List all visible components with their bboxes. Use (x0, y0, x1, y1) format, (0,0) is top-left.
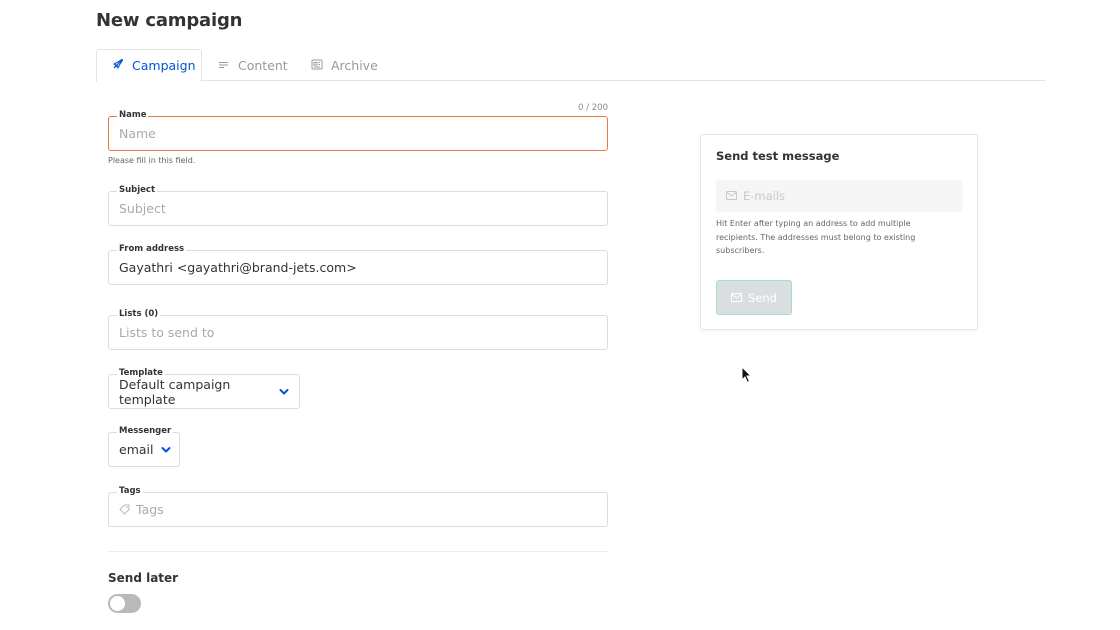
send-later-label: Send later (108, 571, 179, 585)
from-address-input[interactable]: From address Gayathri <gayathri@brand-je… (108, 243, 608, 285)
name-field: 0 / 200 Name Name Please fill in this fi… (108, 103, 608, 165)
envelope-icon (726, 189, 743, 203)
name-char-counter: 0 / 200 (578, 103, 608, 113)
messenger-selected-value: email (119, 442, 154, 457)
send-test-title: Send test message (716, 149, 840, 163)
send-test-button[interactable]: Send (716, 280, 792, 315)
chevron-down-icon (161, 446, 171, 454)
envelope-icon (731, 291, 748, 305)
from-address-label: From address (117, 243, 187, 255)
page-title: New campaign (96, 10, 243, 31)
mouse-cursor-icon (741, 365, 753, 388)
tags-field: Tags Tags (108, 485, 608, 527)
subject-input[interactable]: Subject Subject (108, 184, 608, 226)
tag-icon (119, 504, 130, 515)
subject-field: Subject Subject (108, 184, 608, 226)
lists-label: Lists (0) (117, 308, 161, 320)
tab-bar: Campaign Content Archive (96, 49, 1045, 82)
template-select[interactable]: Template Default campaign template (108, 367, 300, 409)
template-label: Template (117, 367, 165, 379)
test-emails-help: Hit Enter after typing an address to add… (716, 219, 916, 255)
messenger-select[interactable]: Messenger email (108, 425, 180, 467)
name-input[interactable]: Name Name (108, 109, 608, 151)
template-selected-value: Default campaign template (119, 376, 231, 407)
name-error-message: Please fill in this field. (108, 156, 196, 165)
messenger-label: Messenger (117, 425, 174, 437)
test-emails-placeholder: E-mails (743, 189, 786, 203)
send-test-panel: Send test message E-mails Hit Enter afte… (700, 134, 978, 330)
toggle-knob (110, 596, 125, 611)
newspaper-icon (311, 58, 331, 73)
subject-label: Subject (117, 184, 158, 196)
tags-label: Tags (117, 485, 143, 497)
lists-input[interactable]: Lists (0) Lists to send to (108, 308, 608, 350)
test-emails-input[interactable]: E-mails (716, 180, 963, 212)
rocket-icon (112, 58, 132, 73)
tab-archive[interactable]: Archive (311, 49, 378, 81)
tab-campaign-label: Campaign (132, 58, 196, 73)
section-divider (108, 551, 608, 552)
tab-content[interactable]: Content (218, 49, 288, 81)
tab-content-label: Content (238, 57, 288, 73)
tags-input[interactable]: Tags Tags (108, 485, 608, 527)
align-left-icon (218, 58, 238, 73)
subject-placeholder: Subject (119, 201, 166, 216)
tags-placeholder: Tags (136, 502, 164, 517)
from-address-field: From address Gayathri <gayathri@brand-je… (108, 243, 608, 285)
lists-placeholder: Lists to send to (119, 325, 215, 340)
send-test-button-label: Send (748, 290, 777, 305)
lists-field: Lists (0) Lists to send to (108, 308, 608, 350)
from-address-value: Gayathri <gayathri@brand-jets.com> (119, 260, 357, 275)
tab-campaign[interactable]: Campaign (96, 49, 202, 82)
send-later-toggle[interactable] (108, 594, 141, 613)
chevron-down-icon (279, 388, 289, 396)
name-label: Name (117, 109, 149, 121)
name-placeholder: Name (119, 126, 156, 141)
tab-archive-label: Archive (331, 57, 378, 73)
